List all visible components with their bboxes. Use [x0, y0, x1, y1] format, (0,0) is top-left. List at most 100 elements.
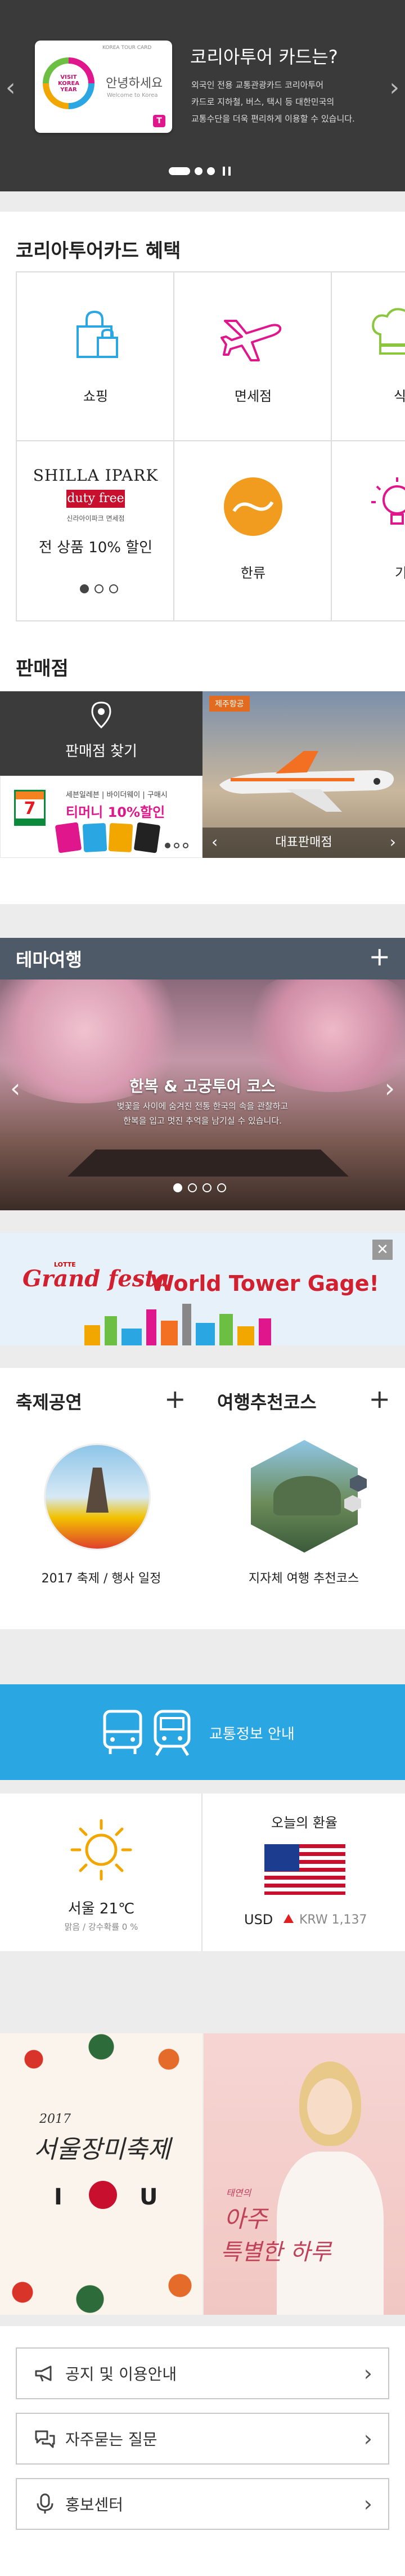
benefit-item-food[interactable]: 식 — [332, 272, 405, 441]
weather-detail: 맑음 / 강수확률 0 % — [64, 1922, 138, 1932]
card-greeting: 안녕하세요 — [106, 77, 163, 91]
shilla-sub: 신라아이파크 면세점 — [66, 515, 125, 522]
theme-dot[interactable] — [188, 1183, 197, 1192]
poster-idol-title-2: 특별한 하루 — [220, 2239, 331, 2265]
banner-close-button[interactable]: ✕ — [372, 1240, 393, 1260]
poster-i: I — [54, 2184, 62, 2210]
shilla-dot[interactable] — [80, 584, 89, 593]
weather-city-temp: 서울 21℃ — [68, 1900, 135, 1917]
hero-title: 코리아투어 카드는? — [190, 46, 338, 68]
exchange-currency: USD — [244, 1912, 273, 1927]
us-flag-icon — [264, 1844, 345, 1895]
benefit-label-food: 식 — [394, 388, 405, 404]
rate-up-icon — [284, 1914, 294, 1923]
shilla-brand: SHILLA IPARK — [33, 466, 159, 485]
benefits-title: 코리아투어카드 혜택 — [16, 240, 181, 262]
festival-more-button[interactable]: + — [164, 1386, 186, 1412]
poster-u: U — [140, 2184, 158, 2210]
banner-cityscape — [84, 1304, 321, 1345]
benefit-item-other[interactable]: 기 — [332, 441, 405, 621]
course-title: 한복 & 고궁투어 코스 — [129, 1077, 276, 1095]
theme-title: 테마여행 — [16, 949, 82, 971]
poster-festival-title: 서울장미축제 — [34, 2135, 170, 2164]
stores-section: 판매점 판매점 찾기 7 세븐일레븐 | 바이더웨이 | 구매시 티머니 10%… — [0, 639, 405, 904]
airplane-icon — [220, 320, 282, 361]
card-top-text: KOREA TOUR CARD — [102, 45, 152, 51]
theme-more-button[interactable]: + — [368, 943, 390, 969]
festival-title: 축제공연 — [16, 1392, 82, 1413]
course-more-button[interactable]: + — [368, 1386, 390, 1412]
festival-course-section: 축제공연 + 여행추천코스 + 2017 축제 / 행사 일정 지자체 여행 추… — [0, 1368, 405, 1629]
benefit-item-shopping[interactable]: 쇼핑 — [17, 272, 174, 441]
theme-travel-section: 테마여행 + ‹ › 한복 & 고궁투어 코스 벚꽃을 사이에 숨겨진 전통 한… — [0, 938, 405, 1210]
convenience-dot[interactable] — [174, 843, 179, 848]
benefits-section: 코리아투어카드 혜택 쇼핑 면세점 식 SHILLA IPARK duty fr… — [0, 212, 405, 639]
benefit-label-other: 기 — [395, 562, 405, 582]
benefit-item-hallyu[interactable]: 한류 — [174, 441, 332, 621]
chevron-right-icon: › — [363, 2361, 372, 2386]
jeju-air-badge: 제주항공 — [209, 696, 250, 712]
lotte-banner[interactable]: ✕ LOTTE Grand festa World Tower Gage! — [0, 1233, 405, 1345]
floral-border-top — [0, 2033, 202, 2084]
megaphone-icon — [35, 2365, 52, 2382]
faq-link[interactable]: 자주묻는 질문 › — [16, 2413, 389, 2465]
microphone-icon — [37, 2493, 53, 2514]
store-pin-icon — [91, 701, 111, 728]
benefit-label-shopping: 쇼핑 — [83, 388, 109, 404]
shilla-promo[interactable]: SHILLA IPARK duty free 신라아이파크 면세점 전 상품 1… — [17, 441, 174, 621]
hero-dot-active[interactable] — [169, 167, 190, 175]
idol-photo — [271, 2056, 384, 2315]
benefit-item-dutyfree[interactable]: 면세점 — [174, 272, 332, 441]
poster-festival[interactable]: 2017 서울장미축제 I U — [0, 2033, 202, 2315]
convenience-dot[interactable] — [165, 843, 170, 848]
rep-next-arrow[interactable]: › — [390, 833, 396, 851]
pr-center-link-label: 홍보센터 — [65, 2496, 124, 2514]
tmoney-discount: 티머니 10%할인 — [66, 804, 165, 820]
transport-info-button[interactable]: 교통정보 안내 — [0, 1684, 405, 1780]
convenience-promo[interactable]: 7 세븐일레븐 | 바이더웨이 | 구매시 티머니 10%할인 — [0, 776, 202, 858]
theme-course-image[interactable]: ‹ › 한복 & 고궁투어 코스 벚꽃을 사이에 숨겨진 전통 한국의 속을 관… — [0, 980, 405, 1210]
representative-store-banner[interactable]: 제주항공 ‹ 대표판매점 › — [202, 691, 405, 858]
tmoney-icon: T — [153, 115, 165, 127]
hero-desc-1: 외국인 전용 교통관광카드 코리아투어 — [191, 80, 324, 90]
course-desc-1: 벚꽃을 사이에 숨겨진 전통 한국의 속을 관찰하고 — [116, 1101, 289, 1111]
course-item[interactable] — [251, 1440, 358, 1553]
chevron-right-icon: › — [363, 2492, 372, 2516]
theme-pagination[interactable] — [173, 1183, 226, 1192]
sun-icon — [70, 1819, 132, 1881]
card-logo-text: VISIT KOREA YEAR — [49, 64, 88, 103]
poster-idol-small: 태연의 — [226, 2188, 251, 2198]
benefit-label-dutyfree: 면세점 — [234, 388, 272, 404]
theme-dot[interactable] — [173, 1183, 182, 1192]
benefit-label-hallyu: 한류 — [240, 565, 266, 581]
poster-year: 2017 — [39, 2112, 71, 2126]
hero-prev-arrow[interactable]: ‹ — [6, 73, 16, 102]
convenience-dot[interactable] — [183, 843, 188, 848]
weather-exchange-section: 서울 21℃ 맑음 / 강수확률 0 % 오늘의 환율 USD KRW 1,13… — [0, 1794, 405, 1951]
hero-banner[interactable]: ‹ › KOREA TOUR CARD VISIT KOREA YEAR 안녕하… — [0, 0, 405, 191]
convenience-pagination[interactable] — [165, 843, 188, 848]
hero-next-arrow[interactable]: › — [389, 73, 399, 102]
chevron-right-icon: › — [363, 2426, 372, 2451]
theme-dot[interactable] — [217, 1183, 226, 1192]
poster-idol-title-1: 아주 — [224, 2205, 268, 2233]
theme-dot[interactable] — [202, 1183, 212, 1192]
shilla-dot[interactable] — [94, 584, 104, 593]
festival-item[interactable] — [44, 1443, 151, 1550]
pause-icon[interactable] — [223, 167, 231, 176]
course-title-header: 여행추천코스 — [217, 1392, 317, 1413]
hero-dot[interactable] — [207, 167, 215, 175]
exchange-panel[interactable]: 오늘의 환율 USD KRW 1,137 — [204, 1794, 405, 1951]
find-store-button[interactable]: 판매점 찾기 — [0, 691, 202, 776]
poster-idol[interactable]: 태연의 아주 특별한 하루 — [204, 2033, 405, 2315]
course-desc-2: 한복을 입고 멋진 추억을 남기실 수 있습니다. — [123, 1116, 282, 1126]
pr-center-link[interactable]: 홍보센터 › — [16, 2478, 389, 2530]
hero-dot[interactable] — [195, 167, 202, 175]
shilla-pagination[interactable] — [80, 584, 118, 593]
weather-panel[interactable]: 서울 21℃ 맑음 / 강수확률 0 % — [0, 1794, 202, 1951]
windmill-image — [86, 1468, 109, 1513]
notice-link[interactable]: 공지 및 이용안내 › — [16, 2347, 389, 2399]
hero-pagination[interactable] — [169, 167, 231, 176]
rep-store-label: 대표판매점 — [275, 835, 332, 849]
shilla-dot[interactable] — [109, 584, 118, 593]
